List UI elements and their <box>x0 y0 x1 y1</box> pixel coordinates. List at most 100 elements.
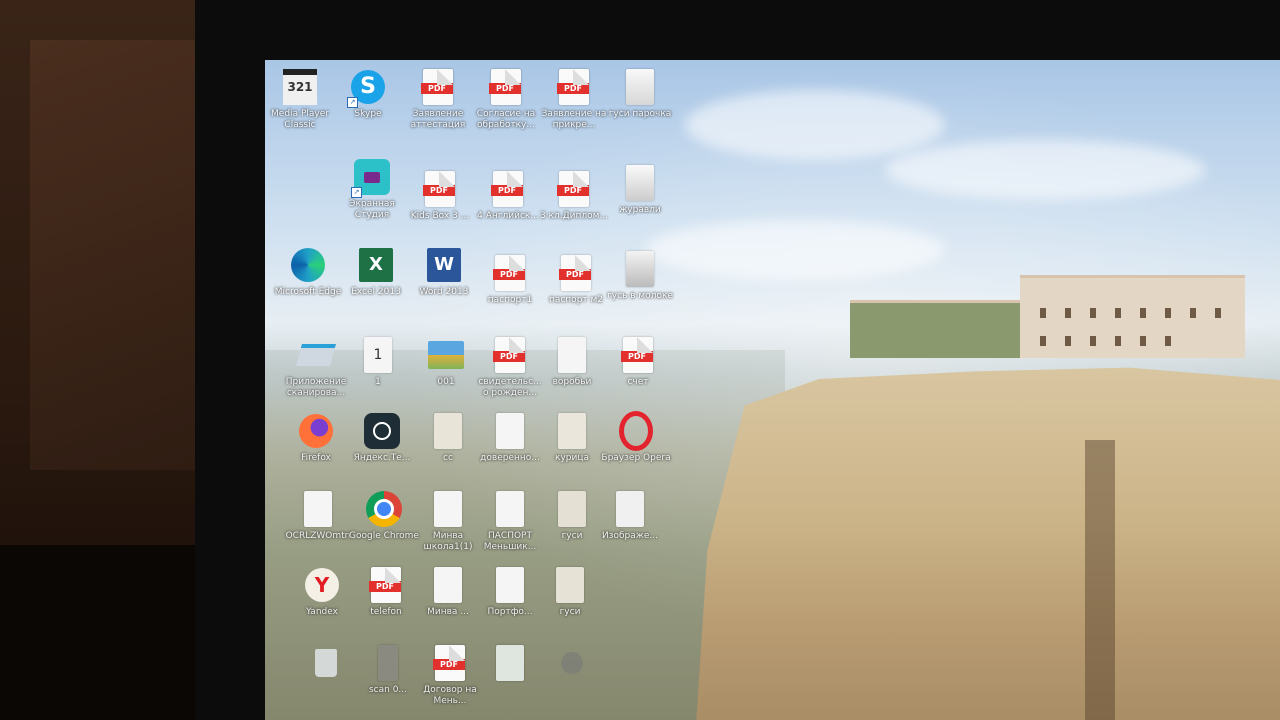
desktop-icon-yandex[interactable]: Y Yandex <box>287 566 357 618</box>
desktop-icon-pdf[interactable]: PDF 3 кл.Диплом... <box>539 170 609 222</box>
icon-label: ПАСПОРТ Меньшик... <box>483 531 537 552</box>
skype-icon: S ↗ <box>347 68 387 108</box>
desktop-icon-scanner[interactable]: Приложение сканирова... <box>281 336 351 399</box>
icon-label: Firefox <box>301 453 331 463</box>
icon-label: Заявление на прикре... <box>541 109 607 130</box>
desktop-icon-excel[interactable]: X Excel 2013 <box>341 246 411 298</box>
icon-label: Яндекс.Те... <box>353 453 411 463</box>
icon-label: Портфо... <box>487 607 533 617</box>
edge-browser-icon <box>289 246 327 284</box>
desktop-icon-recycle-bin[interactable] <box>291 644 361 685</box>
desktop-icon-word[interactable]: W Word 2013 <box>409 246 479 298</box>
desktop-icon-document[interactable]: 1 1 <box>343 336 413 388</box>
cloud <box>885 140 1205 200</box>
icon-label: 1 <box>375 377 381 387</box>
desktop-icon-pdf[interactable]: PDF 4 Английск... <box>473 170 543 222</box>
desktop-icon-pdf[interactable]: PDF Kids Box 3 ... <box>405 170 475 222</box>
icon-label: Экранная Студия <box>349 199 395 220</box>
excel-icon: X <box>357 246 395 284</box>
desktop-icon-pdf[interactable]: PDF Согласие на обработку... <box>471 68 541 131</box>
desktop-icon-edge[interactable]: Microsoft Edge <box>273 246 343 298</box>
desktop-icon-image[interactable]: гуси парочка <box>605 68 675 120</box>
pdf-file-icon: PDF <box>367 566 405 604</box>
desktop-icon-image[interactable]: воробьи <box>537 336 607 388</box>
desktop-icon-image[interactable]: 001 <box>411 336 481 388</box>
desktop-icon-document[interactable]: OCRLZWOmtn <box>283 490 353 542</box>
icon-label: OCRLZWOmtn <box>285 531 351 541</box>
desktop-icon-scan[interactable]: scan 0... <box>353 644 423 696</box>
document-icon <box>299 490 337 528</box>
desktop-icon-app[interactable] <box>537 644 607 685</box>
firefox-icon <box>297 412 335 450</box>
desktop-icon-pdf[interactable]: PDF счет <box>603 336 673 388</box>
desktop-icon-pdf[interactable]: PDF telefon <box>351 566 421 618</box>
desktop-icon-chrome[interactable]: Google Chrome <box>349 490 419 542</box>
pdf-file-icon: PDF <box>555 170 593 208</box>
image-file-icon <box>621 250 659 288</box>
desktop-icon-pdf[interactable]: PDF Заявление аттестация <box>403 68 473 131</box>
image-file-icon <box>553 490 591 528</box>
desktop-icon-image[interactable]: гуси <box>535 566 605 618</box>
pdf-file-icon: PDF <box>421 170 459 208</box>
image-file-icon <box>611 490 649 528</box>
icon-label: Изображе... <box>601 531 659 541</box>
cliff-town <box>850 275 1280 365</box>
desktop-icon-document[interactable]: Минва ... <box>413 566 483 618</box>
image-file-icon <box>429 412 467 450</box>
icon-label: Минва школа1(1) <box>423 531 473 552</box>
image-file-icon <box>369 644 407 682</box>
desktop-icon-image[interactable]: журавли <box>605 164 675 216</box>
pdf-file-icon: PDF <box>491 336 529 374</box>
image-file-icon <box>491 644 529 682</box>
desktop-icon-image[interactable]: сс <box>413 412 483 464</box>
building <box>1020 275 1245 358</box>
media-player-icon: 321 <box>281 68 319 106</box>
desktop-icon-skype[interactable]: S ↗ Skype <box>333 68 403 120</box>
pdf-file-icon: PDF <box>491 254 529 292</box>
telemost-icon <box>363 412 401 450</box>
image-file-icon <box>427 336 465 374</box>
desktop-icon-document[interactable]: ПАСПОРТ Меньшик... <box>475 490 545 553</box>
desktop-icon-document[interactable]: доверенно... <box>475 412 545 464</box>
app-icon <box>553 644 591 682</box>
pdf-file-icon: PDF <box>431 644 469 682</box>
desktop-icon-document[interactable]: Минва школа1(1) <box>413 490 483 553</box>
icon-label: гуси <box>559 607 581 617</box>
icon-label: сс <box>443 453 453 463</box>
desktop-screen: 321 Media Player Classic S ↗ Skype PDF З… <box>265 60 1280 720</box>
image-file-icon <box>553 336 591 374</box>
icon-label: журавли <box>619 205 661 215</box>
document-icon <box>429 490 467 528</box>
icon-label: 001 <box>437 377 455 387</box>
desktop-icon-image[interactable]: гусь в молоке <box>605 250 675 302</box>
cliff <box>695 367 1280 720</box>
desktop-icon-pdf[interactable]: PDF паспорт1 <box>475 254 545 306</box>
word-icon: W <box>425 246 463 284</box>
desktop-icon-yandex-telemost[interactable]: Яндекс.Те... <box>347 412 417 464</box>
pdf-file-icon: PDF <box>619 336 657 374</box>
document-icon <box>491 412 529 450</box>
opera-icon <box>617 411 655 451</box>
desktop-icon-firefox[interactable]: Firefox <box>281 412 351 464</box>
icon-label: паспорт м2 <box>548 295 604 305</box>
icon-label: гусь в молоке <box>607 291 673 301</box>
icon-label: Kids Box 3 ... <box>410 211 470 221</box>
desktop-icon-image[interactable]: курица <box>537 412 607 464</box>
pdf-file-icon: PDF <box>555 68 593 106</box>
image-file-icon <box>551 566 589 604</box>
cliff-crack <box>1085 440 1115 720</box>
desktop-icon-pdf[interactable]: PDF Заявление на прикре... <box>539 68 609 131</box>
icon-label: счет <box>627 377 649 387</box>
desktop-icon-image[interactable]: Изображе... <box>595 490 665 542</box>
icon-label: Заявление аттестация <box>410 109 466 130</box>
desktop-icon-pdf[interactable]: PDF паспорт м2 <box>541 254 611 306</box>
image-file-icon <box>621 164 659 202</box>
desktop-icon-opera[interactable]: Браузер Opera <box>601 411 671 464</box>
desktop-icon-pdf[interactable]: PDF свидетельс... о рожден... <box>475 336 545 399</box>
cloud <box>685 90 945 160</box>
desktop-icon-screen-studio[interactable]: ↗ Экранная Студия <box>337 158 407 221</box>
icon-label: воробьи <box>552 377 592 387</box>
document-icon: 1 <box>359 336 397 374</box>
desktop-icon-media-player[interactable]: 321 Media Player Classic <box>265 68 335 131</box>
desktop-icon-image[interactable] <box>475 644 545 685</box>
